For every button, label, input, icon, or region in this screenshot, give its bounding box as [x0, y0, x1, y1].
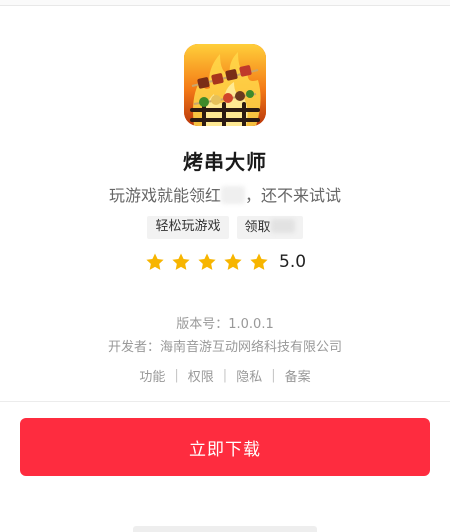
app-tag: 轻松玩游戏: [147, 216, 229, 239]
star-icon: [250, 253, 268, 270]
rating: 5.0: [145, 252, 306, 272]
download-button-label: 立即下载: [189, 439, 261, 460]
developer-text: 开发者：海南音游互动网络科技有限公司: [107, 340, 342, 355]
app-name: 烤串大师: [183, 150, 267, 174]
divider: [0, 401, 450, 402]
star-icon: [224, 253, 242, 270]
star-icon: [198, 253, 216, 270]
link-permissions[interactable]: 权限: [188, 366, 214, 385]
sheet-top-edge: [0, 0, 450, 6]
link-separator: |: [222, 368, 228, 383]
star-icon: [172, 253, 190, 270]
blurred-text-redaction: [270, 219, 295, 233]
version-text: 版本号：1.0.0.1: [176, 317, 274, 332]
link-features[interactable]: 功能: [139, 366, 165, 385]
app-tag: 领取: [236, 216, 303, 239]
app-slogan: 玩游戏就能领红 ，还不来试试: [0, 182, 450, 206]
link-privacy[interactable]: 隐私: [236, 366, 262, 385]
app-slogan-start: 玩游戏就能领红: [108, 186, 221, 205]
link-filing[interactable]: 备案: [285, 366, 311, 385]
app-tags: 轻松玩游戏 领取: [0, 216, 450, 239]
link-separator: |: [271, 368, 276, 383]
download-button[interactable]: 立即下载: [20, 418, 430, 476]
blurred-text-redaction: [221, 186, 245, 204]
app-icon: [184, 44, 266, 126]
rating-value: 5.0: [279, 252, 307, 272]
star-icon: [146, 253, 164, 270]
app-slogan-end: ，还不来试试: [245, 186, 342, 205]
app-tag-label: 轻松玩游戏: [155, 219, 221, 234]
app-tag-label: 领取: [244, 220, 271, 235]
bottom-bar: [133, 526, 317, 532]
info-links: 功能 | 权限 | 隐私 | 备案: [0, 366, 450, 385]
link-separator: |: [174, 368, 179, 383]
